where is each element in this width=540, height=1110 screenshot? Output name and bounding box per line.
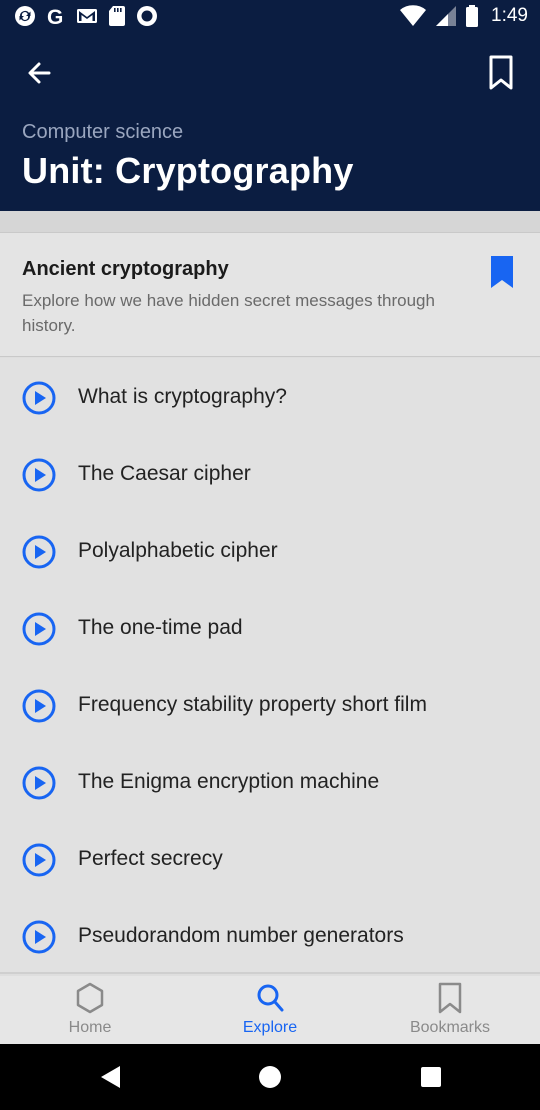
lesson-description: Explore how we have hidden secret messag… bbox=[22, 291, 435, 335]
play-icon bbox=[22, 689, 56, 723]
list-item-label: Pseudorandom number generators bbox=[78, 924, 404, 947]
lesson-bookmark-button[interactable] bbox=[490, 255, 514, 289]
recents-square-icon[interactable] bbox=[418, 1064, 444, 1090]
status-bar: G 1:49 bbox=[0, 0, 540, 34]
bookmark-outline-icon bbox=[489, 55, 513, 90]
tab-home[interactable]: Home bbox=[0, 976, 180, 1044]
bookmark-unit-button[interactable] bbox=[484, 54, 518, 92]
bookmark-icon bbox=[438, 982, 462, 1014]
unit-header: Computer science Unit: Cryptography bbox=[0, 34, 540, 211]
status-time: 1:49 bbox=[491, 5, 528, 26]
subject-label: Computer science bbox=[22, 121, 184, 143]
battery-icon bbox=[466, 5, 479, 27]
home-circle-icon[interactable] bbox=[257, 1064, 283, 1090]
google-icon: G bbox=[47, 6, 63, 27]
record-icon bbox=[137, 6, 157, 26]
list-item[interactable]: The Enigma encryption machine bbox=[0, 743, 540, 820]
tab-home-label: Home bbox=[68, 1019, 112, 1036]
tab-bookmarks-label: Bookmarks bbox=[409, 1019, 491, 1036]
tab-bookmarks[interactable]: Bookmarks bbox=[360, 976, 540, 1044]
tab-explore-label: Explore bbox=[242, 1019, 298, 1036]
wifi-icon bbox=[400, 5, 427, 27]
list-item[interactable]: The one-time pad bbox=[0, 589, 540, 666]
lesson-title: Ancient cryptography bbox=[22, 258, 229, 280]
list-item-label: The one-time pad bbox=[78, 616, 243, 639]
list-item[interactable]: The Caesar cipher bbox=[0, 435, 540, 512]
list-item[interactable]: Polyalphabetic cipher bbox=[0, 512, 540, 589]
svg-text:G: G bbox=[47, 6, 63, 27]
gmail-icon bbox=[77, 9, 97, 23]
system-navigation-bar bbox=[0, 1044, 540, 1110]
section-divider bbox=[0, 211, 540, 233]
hexagon-icon bbox=[76, 982, 104, 1014]
tab-explore[interactable]: Explore bbox=[180, 976, 360, 1044]
page-title: Unit: Cryptography bbox=[22, 150, 354, 191]
list-item-label: Polyalphabetic cipher bbox=[78, 539, 278, 562]
list-item-label: Frequency stability property short film bbox=[78, 693, 427, 716]
play-icon bbox=[22, 843, 56, 877]
bookmark-filled-icon bbox=[491, 256, 513, 288]
list-item[interactable]: Frequency stability property short film bbox=[0, 666, 540, 743]
play-icon bbox=[22, 766, 56, 800]
content-list: What is cryptography? The Caesar cipher … bbox=[0, 358, 540, 974]
play-icon bbox=[22, 381, 56, 415]
play-icon bbox=[22, 458, 56, 492]
sd-card-icon bbox=[109, 6, 125, 26]
list-item-label: The Caesar cipher bbox=[78, 462, 251, 485]
list-item-label: The Enigma encryption machine bbox=[78, 770, 380, 793]
back-triangle-icon[interactable] bbox=[98, 1064, 124, 1090]
search-icon bbox=[257, 984, 284, 1012]
play-icon bbox=[22, 535, 56, 569]
list-item[interactable]: What is cryptography? bbox=[0, 358, 540, 435]
arrow-left-icon bbox=[28, 62, 51, 84]
list-item[interactable]: Pseudorandom number generators bbox=[0, 897, 540, 974]
list-item-label: What is cryptography? bbox=[78, 385, 287, 408]
sync-icon bbox=[15, 6, 35, 26]
back-button[interactable] bbox=[22, 56, 56, 90]
signal-icon bbox=[436, 6, 457, 26]
bottom-navigation: Home Explore Bookmarks bbox=[0, 976, 540, 1044]
lesson-header: Ancient cryptography Explore how we have… bbox=[0, 233, 540, 357]
list-item[interactable]: Perfect secrecy bbox=[0, 820, 540, 897]
play-icon bbox=[22, 612, 56, 646]
play-icon bbox=[22, 920, 56, 954]
list-item-label: Perfect secrecy bbox=[78, 847, 223, 870]
